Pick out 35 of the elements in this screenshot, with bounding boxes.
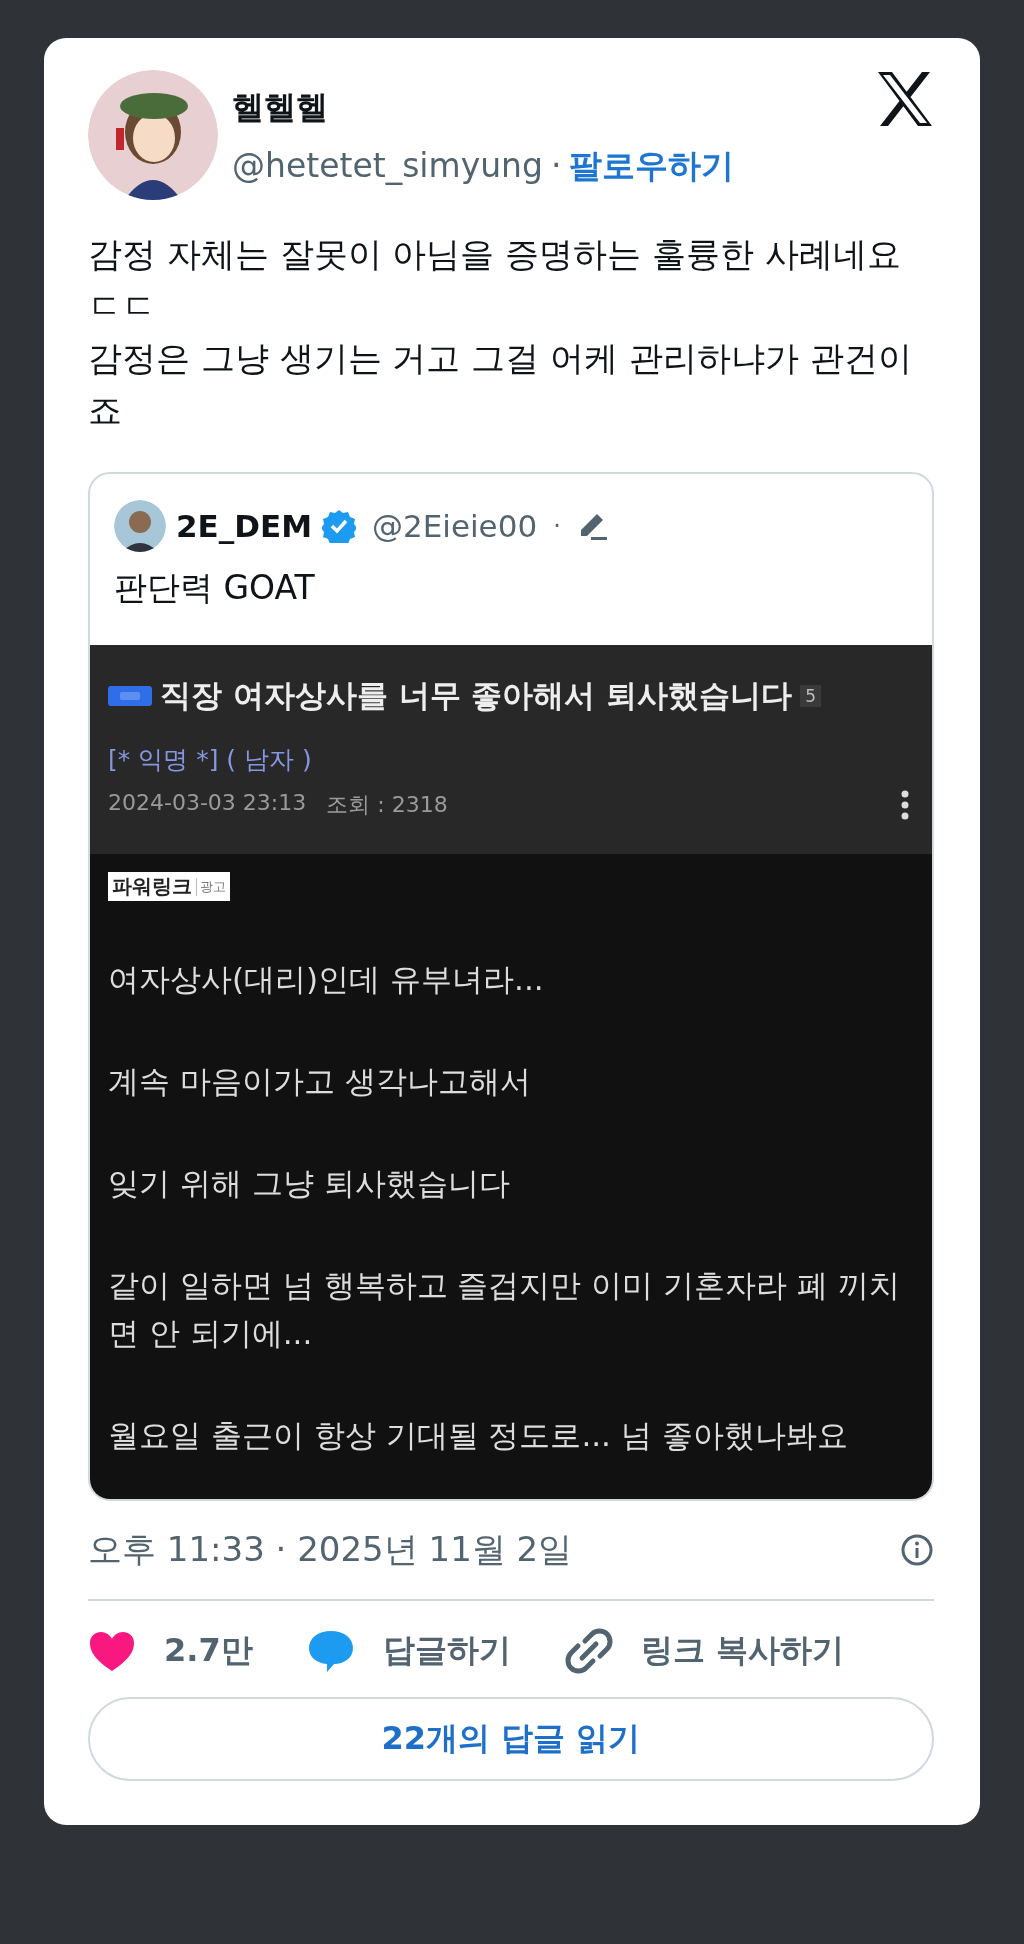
read-replies-button[interactable]: 22개의 답글 읽기 <box>88 1697 934 1781</box>
separator: · <box>553 512 561 540</box>
action-label[interactable]: 답글하기 <box>382 1629 511 1673</box>
quote-author-handle: @2Eieie00 <box>372 508 538 544</box>
post-paragraph: 같이 일하면 넘 행복하고 즐겁지만 이미 기혼자라 폐 끼치면 안 되기에... <box>108 1266 901 1353</box>
x-logo-icon[interactable] <box>876 70 934 128</box>
post-title: 직장 여자상사를 너무 좋아해서 퇴사했습니다 <box>160 676 793 715</box>
post-paragraph: 월요일 출근이 항상 기대될 정도로... 넘 좋아했나봐요 <box>108 1416 849 1455</box>
timestamp: 오후 11:33 · 2025년 11월 2일 <box>88 1528 573 1571</box>
quote-author-name: 2E_DEM <box>176 508 312 544</box>
link-icon[interactable] <box>564 1627 613 1675</box>
post-paragraph: 계속 마음이가고 생각나고해서 <box>108 1062 532 1101</box>
more-icon[interactable] <box>900 790 910 820</box>
tweet-text: 감정은 그냥 생기는 거고 그걸 어케 관리하냐가 관건이죠 <box>88 337 913 432</box>
post-paragraph: 여자상사(대리)인데 유부녀라... <box>108 960 545 999</box>
tweet-text: 감정 자체는 잘못이 아님을 증명하는 훌륭한 사례네요 ㄷㄷ <box>88 233 902 328</box>
quote-text: 판단력 GOAT <box>114 567 316 609</box>
comment-count: 5 <box>800 685 821 707</box>
ad-tag: 광고 <box>196 877 226 896</box>
post-date: 2024-03-03 23:13 <box>108 790 307 817</box>
post-author: [* 익명 *] ( 남자 ) <box>108 744 313 776</box>
ad-title: 파워링크 <box>112 873 192 900</box>
like-count[interactable]: 2.7만 <box>164 1629 253 1673</box>
avatar <box>114 500 166 552</box>
heart-icon[interactable] <box>88 1629 136 1673</box>
flag-icon <box>108 686 152 706</box>
info-icon[interactable] <box>900 1533 934 1567</box>
separator: · <box>550 146 562 185</box>
view-count: 조회 : 2318 <box>326 791 448 819</box>
speech-bubble-icon[interactable] <box>306 1628 355 1674</box>
post-paragraph: 잊기 위해 그냥 퇴사했습니다 <box>108 1164 511 1203</box>
follow-link[interactable]: 팔로우하기 <box>569 146 735 185</box>
author-handle: @hetetet_simyung <box>232 146 543 185</box>
action-label[interactable]: 링크 복사하기 <box>640 1629 844 1673</box>
author-name: 헬헬헬 <box>232 87 329 128</box>
